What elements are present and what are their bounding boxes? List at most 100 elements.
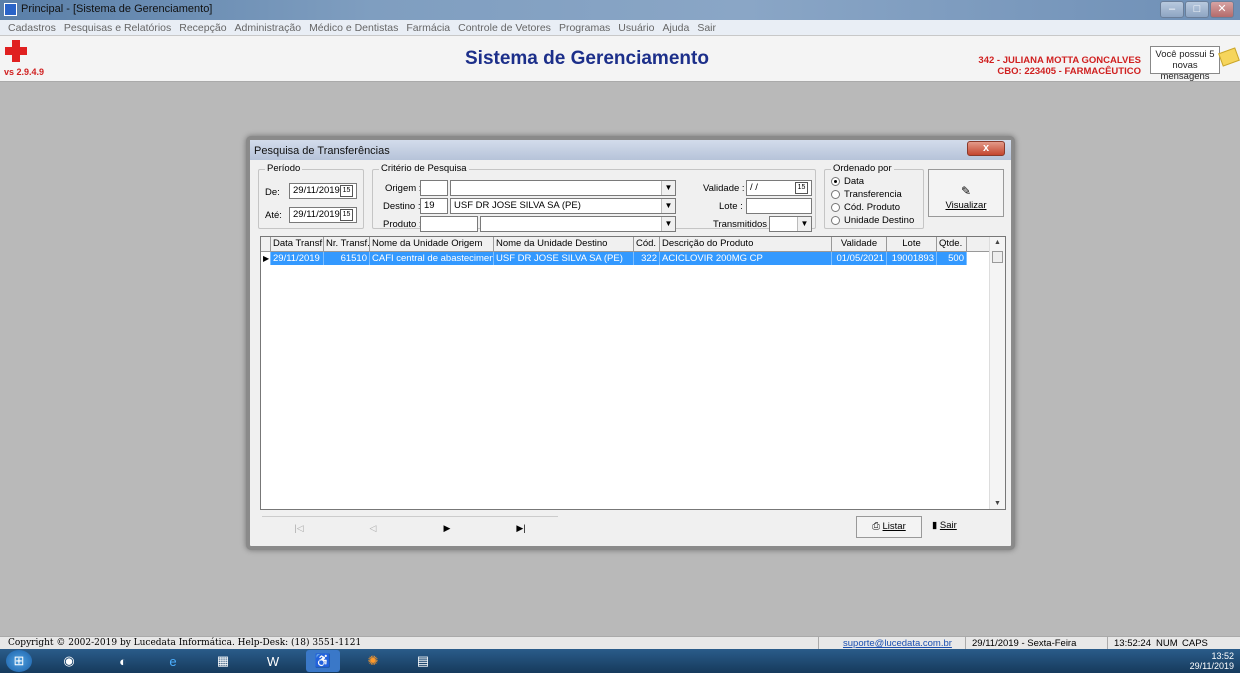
col-unidade-origem[interactable]: Nome da Unidade Origem <box>370 237 494 252</box>
menu-administracao[interactable]: Administração <box>231 20 306 35</box>
origem-select[interactable]: ▼ <box>450 180 676 196</box>
scroll-down-icon[interactable]: ▼ <box>994 500 1001 507</box>
menu-cadastros[interactable]: Cadastros <box>4 20 60 35</box>
nav-last-button[interactable]: ▶| <box>484 517 558 538</box>
menu-programas[interactable]: Programas <box>555 20 614 35</box>
nav-next-button[interactable]: ▶ <box>410 517 484 538</box>
support-email-link[interactable]: suporte@lucedata.com.br <box>843 638 952 649</box>
origem-label: Origem : <box>385 183 422 194</box>
destino-label: Destino : <box>383 201 421 212</box>
chrome-icon[interactable]: ◉ <box>52 650 86 672</box>
chevron-down-icon[interactable]: ▼ <box>797 217 811 231</box>
ate-label: Até: <box>265 210 282 221</box>
col-lote[interactable]: Lote <box>887 237 937 252</box>
file-explorer-icon[interactable]: ▤ <box>406 650 440 672</box>
menu-farmacia[interactable]: Farmácia <box>402 20 454 35</box>
dialog-title-bar: Pesquisa de Transferências x <box>250 140 1011 160</box>
version-label: vs 2.9.4.9 <box>4 67 45 77</box>
destino-code-input[interactable]: 19 <box>420 198 448 214</box>
table-row[interactable]: ▶ 29/11/2019 61510 CAFI central de abast… <box>261 252 971 265</box>
radio-icon <box>831 203 840 212</box>
user-name: 342 - JULIANA MOTTA GONCALVES <box>978 55 1141 66</box>
criterio-legend: Critério de Pesquisa <box>379 163 469 174</box>
calendar-icon[interactable]: 15 <box>340 185 353 197</box>
scroll-thumb[interactable] <box>992 251 1003 263</box>
calendar-icon[interactable]: 15 <box>340 209 353 221</box>
browser-icon[interactable]: ✺ <box>356 650 390 672</box>
radio-selected-icon <box>831 177 840 186</box>
chevron-down-icon[interactable]: ▼ <box>661 199 675 213</box>
window-title: Principal - [Sistema de Gerenciamento] <box>21 3 213 15</box>
system-tray: 13:52 29/11/2019 <box>1190 651 1234 671</box>
dialog-title: Pesquisa de Transferências <box>254 145 390 157</box>
maximize-button[interactable]: □ <box>1185 1 1209 18</box>
taskbar-date: 29/11/2019 <box>1189 661 1234 671</box>
envelope-icon[interactable] <box>1218 47 1240 67</box>
transfer-search-dialog: Pesquisa de Transferências x Período De:… <box>246 136 1015 550</box>
col-validade[interactable]: Validade <box>832 237 887 252</box>
lote-label: Lote : <box>719 201 743 212</box>
scroll-up-icon[interactable]: ▲ <box>994 239 1001 246</box>
status-date: 29/11/2019 - Sexta-Feira <box>972 638 1077 649</box>
radio-icon <box>831 190 840 199</box>
menu-ajuda[interactable]: Ajuda <box>658 20 693 35</box>
col-nr-transf[interactable]: Nr. Transf. <box>324 237 370 252</box>
transmitidos-select[interactable]: ▼ <box>769 216 812 232</box>
chevron-down-icon[interactable]: ▼ <box>661 181 675 195</box>
start-button-icon[interactable]: ⊞ <box>6 650 32 672</box>
order-option-transferencia[interactable]: Transferencia <box>831 189 902 200</box>
firefox-icon[interactable]: ◐ <box>106 650 140 672</box>
listar-button[interactable]: ⎙ Listar <box>856 516 922 538</box>
col-descricao[interactable]: Descrição do Produto <box>660 237 832 252</box>
menu-bar: Cadastros Pesquisas e Relatórios Recepçã… <box>0 20 1240 36</box>
close-window-button[interactable]: ✕ <box>1210 1 1234 18</box>
calculator-icon[interactable]: ▦ <box>206 650 240 672</box>
menu-vetores[interactable]: Controle de Vetores <box>454 20 555 35</box>
taskbar-time: 13:52 <box>1211 651 1234 661</box>
nav-prev-button[interactable]: ◁ <box>336 517 410 538</box>
sair-button[interactable]: ▮ Sair <box>932 516 982 538</box>
col-unidade-destino[interactable]: Nome da Unidade Destino <box>494 237 634 252</box>
order-option-data[interactable]: Data <box>831 176 864 187</box>
system-title: Sistema de Gerenciamento <box>465 48 709 69</box>
minimize-button[interactable]: – <box>1160 1 1184 18</box>
caps-lock: CAPS <box>1182 638 1208 649</box>
origem-code-input[interactable] <box>420 180 448 196</box>
menu-recepcao[interactable]: Recepção <box>175 20 230 35</box>
produto-code-input[interactable] <box>420 216 478 232</box>
nav-first-button[interactable]: |◁ <box>262 517 336 538</box>
visualizar-button[interactable]: ✎ Visualizar <box>928 169 1004 217</box>
transmitidos-label: Transmitidos : <box>713 219 773 230</box>
de-date-input[interactable]: 29/11/2019 15 <box>289 183 357 199</box>
periodo-legend: Período <box>265 163 303 174</box>
grid-scrollbar[interactable]: ▲ ▼ <box>989 237 1005 509</box>
dialog-close-button[interactable]: x <box>967 141 1005 156</box>
messages-notice[interactable]: Você possui 5 novas mensagens <box>1150 46 1220 82</box>
order-option-unidade-destino[interactable]: Unidade Destino <box>831 215 914 226</box>
title-bar: Principal - [Sistema de Gerenciamento] –… <box>0 0 1240 20</box>
exit-door-icon: ▮ <box>932 520 938 531</box>
ate-date-input[interactable]: 29/11/2019 15 <box>289 207 357 223</box>
col-data-transf[interactable]: Data Transf. <box>271 237 324 252</box>
row-pointer-icon: ▶ <box>261 252 271 265</box>
validade-input[interactable]: / / 15 <box>746 180 812 196</box>
menu-pesquisas[interactable]: Pesquisas e Relatórios <box>60 20 175 35</box>
menu-sair[interactable]: Sair <box>693 20 720 35</box>
menu-medico[interactable]: Médico e Dentistas <box>305 20 402 35</box>
destino-select[interactable]: USF DR JOSE SILVA SA (PE) ▼ <box>450 198 676 214</box>
internet-explorer-icon[interactable]: e <box>156 650 190 672</box>
order-option-cod-produto[interactable]: Cód. Produto <box>831 202 900 213</box>
produto-select[interactable]: ▼ <box>480 216 676 232</box>
messages-line-1: Você possui 5 <box>1155 49 1215 60</box>
user-cbo: CBO: 223405 - FARMACÊUTICO <box>997 66 1141 77</box>
app-header: vs 2.9.4.9 Sistema de Gerenciamento 342 … <box>0 36 1240 82</box>
num-lock: NUM <box>1156 638 1178 649</box>
chevron-down-icon[interactable]: ▼ <box>661 217 675 231</box>
word-icon[interactable]: W <box>256 650 290 672</box>
lote-input[interactable] <box>746 198 812 214</box>
app-shortcut-icon[interactable]: ♿ <box>306 650 340 672</box>
menu-usuario[interactable]: Usuário <box>614 20 658 35</box>
calendar-icon[interactable]: 15 <box>795 182 808 194</box>
col-qtde[interactable]: Qtde. <box>937 237 967 252</box>
col-cod[interactable]: Cód. <box>634 237 660 252</box>
